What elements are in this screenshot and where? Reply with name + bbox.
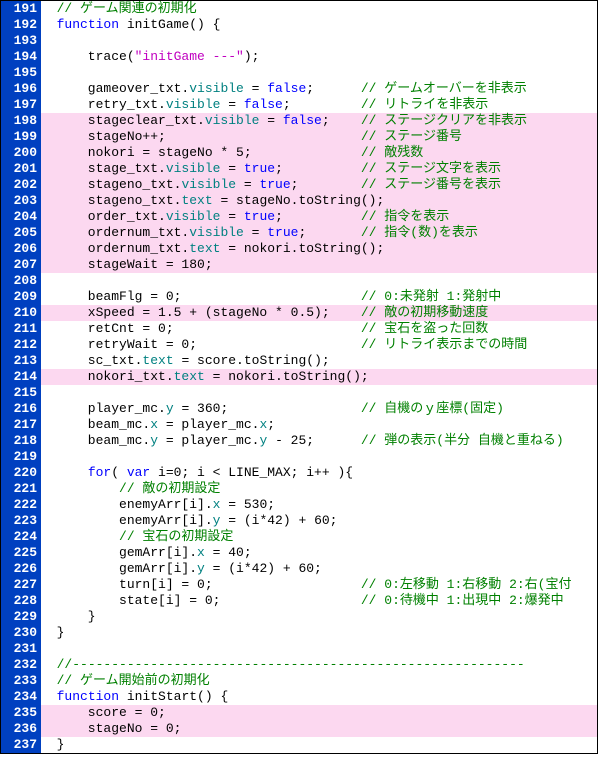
code-line: stageNo++; // ステージ番号	[41, 129, 597, 145]
line-number: 226	[3, 561, 37, 577]
line-number: 216	[3, 401, 37, 417]
line-number: 233	[3, 673, 37, 689]
code-line	[41, 449, 597, 465]
line-number: 234	[3, 689, 37, 705]
code-line: nokori = stageNo * 5; // 敵残数	[41, 145, 597, 161]
code-line: stageno_txt.visible = true; // ステージ番号を表示	[41, 177, 597, 193]
code-line: stageclear_txt.visible = false; // ステージク…	[41, 113, 597, 129]
code-line	[41, 65, 597, 81]
line-number: 207	[3, 257, 37, 273]
line-number: 193	[3, 33, 37, 49]
code-line: beam_mc.y = player_mc.y - 25; // 弾の表示(半分…	[41, 433, 597, 449]
line-number: 198	[3, 113, 37, 129]
code-line: beamFlg = 0; // 0:未発射 1:発射中	[41, 289, 597, 305]
line-number: 221	[3, 481, 37, 497]
code-line: //--------------------------------------…	[41, 657, 597, 673]
line-number: 237	[3, 737, 37, 753]
code-line: stageno_txt.text = stageNo.toString();	[41, 193, 597, 209]
code-line: function initStart() {	[41, 689, 597, 705]
code-line: gemArr[i].y = (i*42) + 60;	[41, 561, 597, 577]
line-number-gutter: 1911921931941951961971981992002012022032…	[1, 1, 41, 753]
line-number: 218	[3, 433, 37, 449]
line-number: 201	[3, 161, 37, 177]
code-line	[41, 385, 597, 401]
code-line: beam_mc.x = player_mc.x;	[41, 417, 597, 433]
code-line	[41, 273, 597, 289]
line-number: 214	[3, 369, 37, 385]
code-line: gemArr[i].x = 40;	[41, 545, 597, 561]
code-line: ordernum_txt.visible = true; // 指令(数)を表示	[41, 225, 597, 241]
code-line: function initGame() {	[41, 17, 597, 33]
code-line: order_txt.visible = true; // 指令を表示	[41, 209, 597, 225]
line-number: 199	[3, 129, 37, 145]
code-line: }	[41, 609, 597, 625]
line-number: 208	[3, 273, 37, 289]
code-editor: 1911921931941951961971981992002012022032…	[0, 0, 598, 754]
code-line: state[i] = 0; // 0:待機中 1:出現中 2:爆発中	[41, 593, 597, 609]
line-number: 192	[3, 17, 37, 33]
line-number: 219	[3, 449, 37, 465]
line-number: 205	[3, 225, 37, 241]
code-line: player_mc.y = 360; // 自機のｙ座標(固定)	[41, 401, 597, 417]
code-area[interactable]: // ゲーム関連の初期化 function initGame() { trace…	[41, 1, 597, 753]
line-number: 220	[3, 465, 37, 481]
line-number: 236	[3, 721, 37, 737]
code-line: // ゲーム開始前の初期化	[41, 673, 597, 689]
code-line: stageNo = 0;	[41, 721, 597, 737]
code-line: turn[i] = 0; // 0:左移動 1:右移動 2:右(宝付	[41, 577, 597, 593]
code-line: enemyArr[i].x = 530;	[41, 497, 597, 513]
code-line: for( var i=0; i < LINE_MAX; i++ ){	[41, 465, 597, 481]
line-number: 200	[3, 145, 37, 161]
code-line: ordernum_txt.text = nokori.toString();	[41, 241, 597, 257]
line-number: 229	[3, 609, 37, 625]
line-number: 225	[3, 545, 37, 561]
code-line: }	[41, 625, 597, 641]
code-line: nokori_txt.text = nokori.toString();	[41, 369, 597, 385]
line-number: 232	[3, 657, 37, 673]
code-line: stageWait = 180;	[41, 257, 597, 273]
code-line: retryWait = 0; // リトライ表示までの時間	[41, 337, 597, 353]
line-number: 222	[3, 497, 37, 513]
code-line: sc_txt.text = score.toString();	[41, 353, 597, 369]
code-line: gameover_txt.visible = false; // ゲームオーバー…	[41, 81, 597, 97]
code-line: // 敵の初期設定	[41, 481, 597, 497]
line-number: 203	[3, 193, 37, 209]
code-line: retCnt = 0; // 宝石を盗った回数	[41, 321, 597, 337]
line-number: 228	[3, 593, 37, 609]
line-number: 235	[3, 705, 37, 721]
code-line: // 宝石の初期設定	[41, 529, 597, 545]
line-number: 223	[3, 513, 37, 529]
line-number: 230	[3, 625, 37, 641]
code-line: stage_txt.visible = true; // ステージ文字を表示	[41, 161, 597, 177]
line-number: 191	[3, 1, 37, 17]
code-line	[41, 33, 597, 49]
code-line	[41, 641, 597, 657]
code-line: // ゲーム関連の初期化	[41, 1, 597, 17]
code-line: trace("initGame ---");	[41, 49, 597, 65]
line-number: 209	[3, 289, 37, 305]
line-number: 227	[3, 577, 37, 593]
code-line: enemyArr[i].y = (i*42) + 60;	[41, 513, 597, 529]
line-number: 212	[3, 337, 37, 353]
line-number: 217	[3, 417, 37, 433]
code-line: retry_txt.visible = false; // リトライを非表示	[41, 97, 597, 113]
line-number: 215	[3, 385, 37, 401]
line-number: 194	[3, 49, 37, 65]
code-line: xSpeed = 1.5 + (stageNo * 0.5); // 敵の初期移…	[41, 305, 597, 321]
code-line: score = 0;	[41, 705, 597, 721]
line-number: 224	[3, 529, 37, 545]
code-line: }	[41, 737, 597, 753]
line-number: 231	[3, 641, 37, 657]
line-number: 204	[3, 209, 37, 225]
line-number: 211	[3, 321, 37, 337]
line-number: 213	[3, 353, 37, 369]
line-number: 196	[3, 81, 37, 97]
line-number: 206	[3, 241, 37, 257]
line-number: 210	[3, 305, 37, 321]
line-number: 202	[3, 177, 37, 193]
line-number: 195	[3, 65, 37, 81]
line-number: 197	[3, 97, 37, 113]
